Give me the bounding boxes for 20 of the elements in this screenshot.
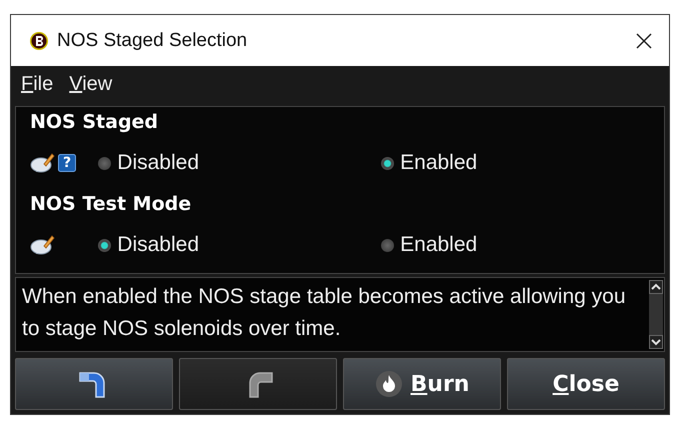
flame-icon xyxy=(374,370,403,398)
scroll-bar[interactable] xyxy=(648,278,664,351)
radio-option[interactable]: Disabled xyxy=(98,233,382,257)
note-pencil-icon[interactable] xyxy=(30,234,56,256)
menu-item[interactable]: File xyxy=(21,72,54,96)
radio-option[interactable]: Enabled xyxy=(381,233,664,257)
note-pencil-icon[interactable] xyxy=(30,152,56,174)
radio-option[interactable]: Disabled xyxy=(98,151,382,175)
close-button[interactable]: Close xyxy=(507,358,665,410)
setting-label: NOS Test Mode xyxy=(30,192,192,217)
setting-label: NOS Staged xyxy=(30,110,160,135)
help-icon[interactable]: ? xyxy=(58,154,76,172)
help-text: When enabled the NOS stage table becomes active allowing you to stage NOS solenoids over time. xyxy=(21,284,627,342)
menu-item[interactable]: View xyxy=(69,72,112,96)
app-logo-icon xyxy=(29,30,49,50)
close-icon xyxy=(635,32,653,50)
radio-option[interactable]: Enabled xyxy=(381,151,664,175)
burn-button[interactable]: Burn xyxy=(343,358,501,410)
window-title: NOS Staged Selection xyxy=(57,30,248,52)
undo-button[interactable] xyxy=(15,358,173,410)
